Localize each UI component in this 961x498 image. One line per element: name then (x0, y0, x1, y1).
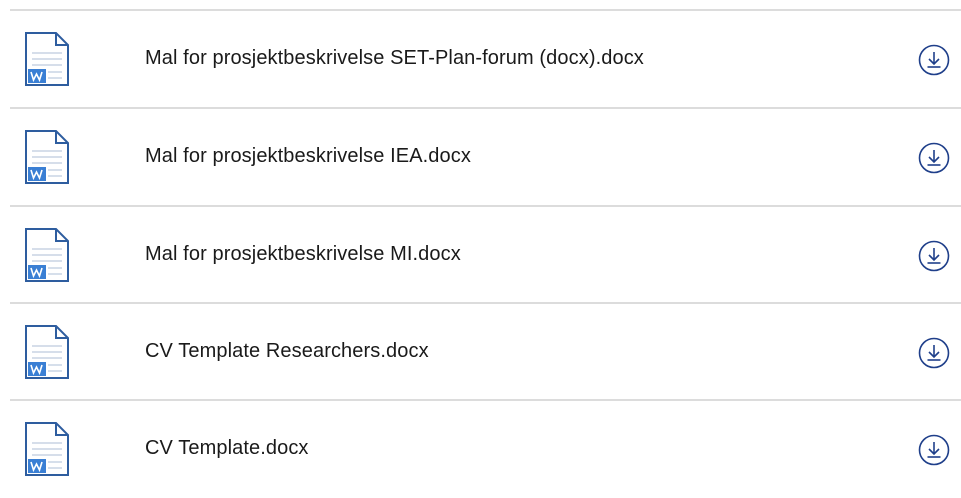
word-document-icon (25, 422, 69, 476)
word-document-icon (25, 228, 69, 282)
file-download-list: Mal for prosjektbeskrivelse SET-Plan-for… (0, 0, 961, 490)
file-name-link[interactable]: Mal for prosjektbeskrivelse IEA.docx (145, 145, 471, 168)
file-name-link[interactable]: Mal for prosjektbeskrivelse SET-Plan-for… (145, 47, 644, 70)
file-row: Mal for prosjektbeskrivelse SET-Plan-for… (10, 11, 961, 108)
download-icon[interactable] (918, 434, 950, 466)
file-row: CV Template Researchers.docx (10, 304, 961, 401)
download-icon[interactable] (918, 44, 950, 76)
download-icon[interactable] (918, 142, 950, 174)
file-name-link[interactable]: CV Template Researchers.docx (145, 340, 429, 363)
file-row: CV Template.docx (10, 401, 961, 498)
word-document-icon (25, 325, 69, 379)
word-document-icon (25, 130, 69, 184)
file-row: Mal for prosjektbeskrivelse IEA.docx (10, 109, 961, 206)
download-icon[interactable] (918, 337, 950, 369)
file-name-link[interactable]: CV Template.docx (145, 437, 309, 460)
word-document-icon (25, 32, 69, 86)
download-icon[interactable] (918, 240, 950, 272)
file-name-link[interactable]: Mal for prosjektbeskrivelse MI.docx (145, 243, 461, 266)
file-row: Mal for prosjektbeskrivelse MI.docx (10, 207, 961, 304)
